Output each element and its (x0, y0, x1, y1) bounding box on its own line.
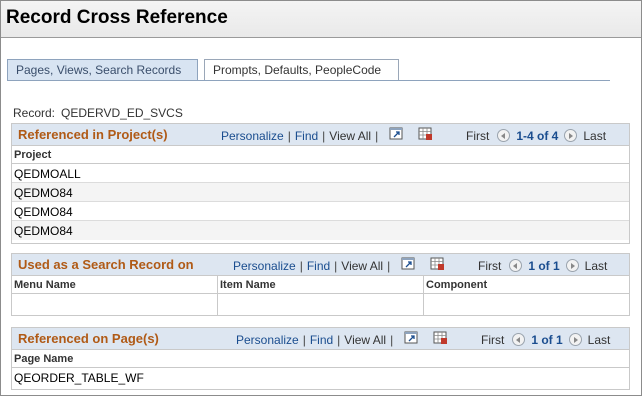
personalize-link[interactable]: Personalize (221, 129, 284, 143)
row-range: 1 of 1 (531, 333, 563, 347)
column-header-row: Project (12, 146, 629, 164)
zoom-icon[interactable] (404, 331, 419, 345)
column-header-project: Project (14, 149, 52, 161)
table-row: QEORDER_TABLE_WF (12, 368, 629, 387)
column-header-component: Component (426, 279, 488, 291)
separator: | (322, 129, 326, 143)
grid-referenced-projects: Referenced in Project(s) Personalize | Fin… (11, 123, 630, 244)
table-row: QEDMO84 (12, 221, 629, 240)
column-header-menu-name: Menu Name (14, 279, 76, 291)
download-grid-icon[interactable] (433, 331, 448, 345)
prev-arrow-icon[interactable] (509, 259, 523, 272)
row-range: 1-4 of 4 (516, 129, 559, 143)
grid-header: Referenced in Project(s) Personalize | Fin… (12, 124, 629, 146)
grid-referenced-pages: Referenced on Page(s) Personalize | Find | V… (11, 327, 630, 390)
table-row: QEDMO84 (12, 202, 629, 221)
first-link[interactable]: First (481, 333, 504, 347)
download-grid-icon[interactable] (430, 257, 445, 271)
grid-pager: First 1 of 1 Last (478, 259, 607, 273)
personalize-link[interactable]: Personalize (233, 259, 296, 273)
separator: | (302, 333, 306, 347)
first-link[interactable]: First (478, 259, 501, 273)
record-value: QEDERVD_ED_SVCS (61, 106, 183, 120)
next-arrow-icon[interactable] (568, 333, 582, 346)
download-grid-icon[interactable] (418, 127, 433, 141)
column-divider (217, 276, 218, 293)
grid-pager: First 1 of 1 Last (481, 333, 610, 347)
grid-title: Referenced on Page(s) (18, 331, 159, 346)
last-link[interactable]: Last (585, 259, 608, 273)
project-cell: QEDMO84 (14, 224, 73, 238)
zoom-icon[interactable] (389, 127, 404, 141)
separator: | (287, 129, 291, 143)
last-link[interactable]: Last (583, 129, 606, 143)
next-arrow-icon[interactable] (565, 259, 579, 272)
view-all-link[interactable]: View All (344, 333, 386, 347)
grid-title: Used as a Search Record on (18, 257, 194, 272)
column-divider (217, 294, 218, 315)
separator: | (299, 259, 303, 273)
column-header-row: Page Name (12, 350, 629, 368)
grid-search-record: Used as a Search Record on Personalize | F… (11, 253, 630, 316)
prev-arrow-icon[interactable] (512, 333, 526, 346)
tab-pages-views-search-records[interactable]: Pages, Views, Search Records (7, 59, 198, 81)
page-name-cell: QEORDER_TABLE_WF (14, 371, 144, 385)
project-cell: QEDMO84 (14, 205, 73, 219)
zoom-icon[interactable] (401, 257, 416, 271)
view-all-link[interactable]: View All (329, 129, 371, 143)
page-title: Record Cross Reference (6, 7, 228, 28)
find-link[interactable]: Find (307, 259, 330, 273)
separator: | (334, 259, 338, 273)
prev-arrow-icon[interactable] (497, 129, 511, 142)
column-header-item-name: Item Name (220, 279, 276, 291)
record-label: Record: (13, 106, 56, 120)
last-link[interactable]: Last (588, 333, 611, 347)
first-link[interactable]: First (466, 129, 489, 143)
grid-pager: First 1-4 of 4 Last (466, 129, 606, 143)
project-cell: QEDMOALL (14, 167, 81, 181)
column-header-row: Menu Name Item Name Component (12, 276, 629, 294)
row-range: 1 of 1 (528, 259, 560, 273)
column-divider (423, 276, 424, 293)
record-info: Record: QEDERVD_ED_SVCS (13, 106, 183, 120)
table-row (12, 294, 629, 315)
personalize-link[interactable]: Personalize (236, 333, 299, 347)
table-row: QEDMO84 (12, 183, 629, 202)
next-arrow-icon[interactable] (564, 129, 578, 142)
column-divider (423, 294, 424, 315)
separator: | (390, 333, 394, 347)
grid-nav: Personalize | Find | View All | (236, 333, 397, 347)
tab-divider (7, 80, 610, 81)
column-header-page-name: Page Name (14, 353, 74, 365)
project-cell: QEDMO84 (14, 186, 73, 200)
separator: | (337, 333, 341, 347)
table-row: QEDMOALL (12, 164, 629, 183)
separator: | (375, 129, 379, 143)
grid-nav: Personalize | Find | View All | (233, 259, 394, 273)
find-link[interactable]: Find (295, 129, 318, 143)
grid-header: Used as a Search Record on Personalize | F… (12, 254, 629, 276)
page-header: Record Cross Reference (1, 1, 641, 38)
grid-nav: Personalize | Find | View All | (221, 129, 382, 143)
view-all-link[interactable]: View All (341, 259, 383, 273)
grid-header: Referenced on Page(s) Personalize | Find | V… (12, 328, 629, 350)
tab-prompts-defaults-peoplecode[interactable]: Prompts, Defaults, PeopleCode (204, 59, 399, 81)
grid-title: Referenced in Project(s) (18, 127, 168, 142)
separator: | (387, 259, 391, 273)
find-link[interactable]: Find (310, 333, 333, 347)
